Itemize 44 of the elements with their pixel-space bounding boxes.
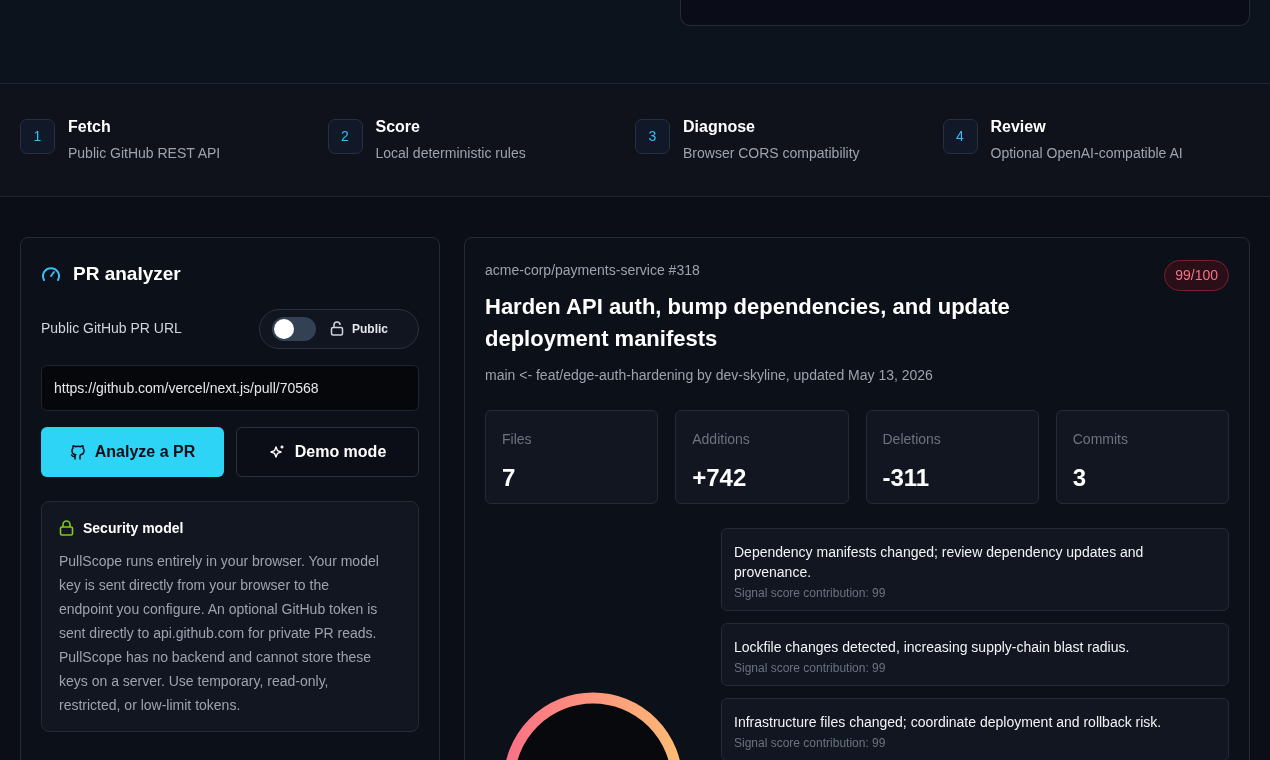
- step-number: 2: [327, 119, 363, 154]
- visibility-toggle[interactable]: Public: [259, 308, 419, 349]
- step-number: 3: [635, 119, 670, 154]
- unlock-icon: [330, 321, 344, 336]
- step-title: Diagnose: [683, 117, 756, 137]
- signal-text: Infrastructure files changed; coordinate deployment and rollback risk.: [734, 713, 1163, 732]
- pr-meta: main <- feat/edge-auth-hardening by dev-skyline, updated May 13, 2026: [485, 366, 934, 385]
- stat-label: Files: [502, 430, 533, 449]
- analyze-button[interactable]: Analyze a PR: [41, 426, 224, 477]
- stat-value: +742: [692, 463, 748, 493]
- toggle-knob[interactable]: [274, 318, 294, 339]
- pr-title: Harden API auth, bump dependencies, and update deployment manifests: [485, 293, 1011, 353]
- sparkle-icon: [268, 443, 285, 460]
- signal-text: Dependency manifests changed; review dependency updates and provenance.: [734, 543, 1145, 582]
- step-subtitle: Local deterministic rules: [375, 144, 526, 163]
- stat-label: Commits: [1072, 430, 1129, 449]
- panel-title: PR analyzer: [73, 262, 181, 286]
- stat-value: 7: [502, 463, 517, 493]
- url-field[interactable]: https://github.com/vercel/next.js/pull/70568: [41, 364, 419, 411]
- lock-icon: [59, 520, 74, 536]
- score-badge: 99/100: [1164, 260, 1229, 291]
- step-subtitle: Public GitHub REST API: [68, 144, 221, 163]
- github-icon: [69, 443, 85, 460]
- stat-value: -311: [882, 463, 931, 493]
- signal-score: Signal score contribution: 99: [734, 585, 887, 602]
- repo-name: acme-corp/payments-service #318: [485, 261, 701, 280]
- signal-score: Signal score contribution: 99: [734, 660, 887, 677]
- step-subtitle: Browser CORS compatibility: [683, 144, 860, 163]
- step-title: Score: [375, 117, 421, 137]
- step-subtitle: Optional OpenAI-compatible AI: [990, 144, 1183, 163]
- signal-score: Signal score contribution: 99: [734, 735, 887, 752]
- step-title: Review: [990, 117, 1047, 137]
- signal-text: Lockfile changes detected, increasing supply-chain blast radius.: [734, 638, 1131, 657]
- step-title: Fetch: [68, 117, 112, 137]
- stat-value: 3: [1072, 463, 1088, 493]
- gauge-icon: [41, 266, 61, 283]
- card-title: Security model: [83, 518, 184, 538]
- stat-label: Deletions: [882, 430, 942, 449]
- security-text: PullScope runs entirely in your browser. Your model key is sent directly from your browser to the endpoint you configure. An optional GitHub token is sent directly to api.github.com for private PR reads. PullScope has no backend and cannot store these keys on a server. Use temporary, read-only, restricted, or low-limit tokens.: [59, 551, 380, 715]
- field-label: Public GitHub PR URL: [41, 319, 182, 338]
- stat-label: Additions: [692, 430, 751, 449]
- step-number: 4: [942, 119, 978, 154]
- step-number: 1: [20, 119, 55, 154]
- demo-button[interactable]: Demo mode: [236, 426, 419, 477]
